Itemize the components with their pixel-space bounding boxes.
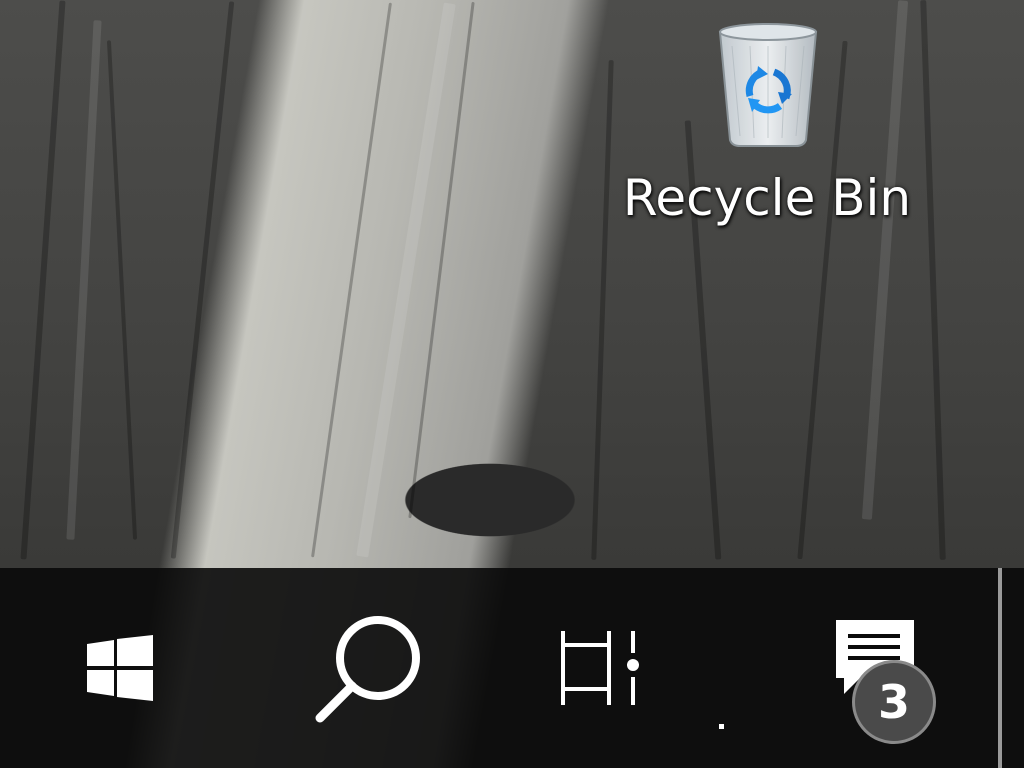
notification-count-badge: 3 xyxy=(852,660,936,744)
task-view-icon xyxy=(561,631,639,705)
windows-logo-icon xyxy=(87,635,153,701)
search-button[interactable] xyxy=(270,568,470,768)
start-button[interactable] xyxy=(30,568,210,768)
desktop-icon-label: Recycle Bin xyxy=(622,169,912,227)
taskbar-dot xyxy=(719,724,724,729)
search-icon xyxy=(315,616,420,723)
task-view-button[interactable] xyxy=(520,568,680,768)
show-desktop-button[interactable] xyxy=(998,568,1024,768)
show-desktop-divider xyxy=(998,568,1002,768)
recycle-bin-icon xyxy=(718,23,818,147)
desktop-icon-recycle-bin[interactable]: Recycle Bin xyxy=(612,8,922,230)
